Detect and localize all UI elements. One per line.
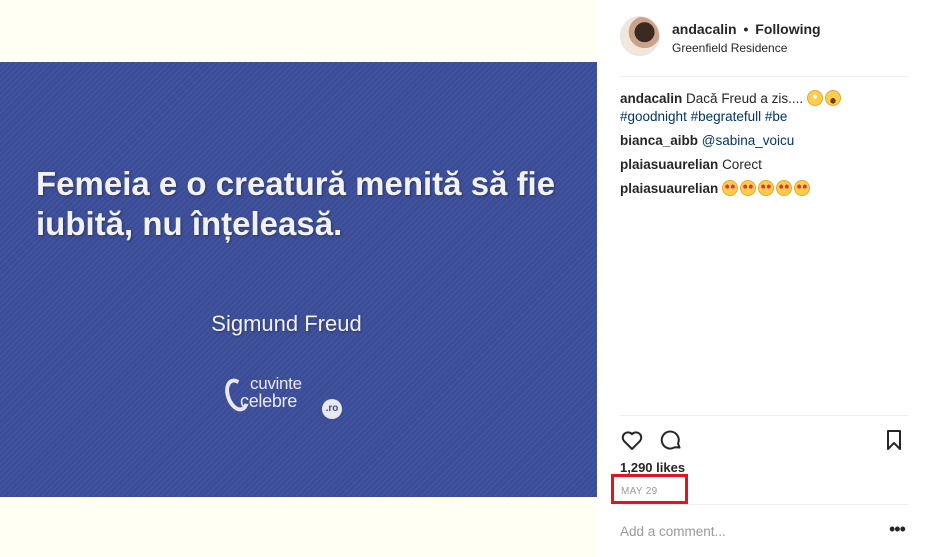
heart-icon[interactable] [620,428,644,452]
comment-divider [620,504,908,505]
laughing-emoji-icon [824,90,841,106]
post-location[interactable]: Greenfield Residence [672,41,787,55]
comment-text: Corect [722,157,762,172]
quote-author: Sigmund Freud [211,311,362,336]
comment-item: plaiasuaurelian [620,180,915,198]
more-options-icon[interactable]: ••• [889,520,906,538]
comment-username[interactable]: plaiasuaurelian [620,157,718,172]
likes-count[interactable]: 1,290 likes [620,460,685,475]
header-separator: • [743,21,749,37]
heart-eyes-emoji-icon [794,180,811,196]
header-divider [620,76,908,77]
post-date: MAY 29 [611,474,688,504]
avatar[interactable] [620,16,660,56]
heart-eyes-emoji-icon [758,180,775,196]
post-media-area: Femeia e o creatură menită să fie iubită… [0,0,597,557]
author-username[interactable]: andacalin [672,21,737,37]
comment-item: bianca_aibb @sabina_voicu [620,132,915,150]
heart-eyes-emoji-icon [722,180,739,196]
comment-mention[interactable]: @sabina_voicu [702,133,795,148]
comment-text: Dacă Freud a zis.... [686,91,804,106]
comments-list: andacalin Dacă Freud a zis.... #goodnigh… [620,90,915,204]
author-line: andacalin • Following [672,21,821,37]
post-header: andacalin • Following Greenfield Residen… [620,16,910,62]
bookmark-icon[interactable] [882,428,906,452]
follow-status-button[interactable]: Following [755,21,820,37]
actions-divider [620,415,908,416]
rolling-eyes-emoji-icon [806,90,823,106]
cuvinte-celebre-logo: cuvinte celebre .ro [220,374,356,424]
quote-text: Femeia e o creatură menită să fie iubită… [36,165,556,242]
heart-eyes-emoji-icon [740,180,757,196]
logo-tld: .ro [322,399,342,419]
post-actions [620,428,908,452]
heart-eyes-emoji-icon [776,180,793,196]
comment-icon[interactable] [659,428,683,452]
comment-hashtags[interactable]: #goodnight #begratefull #be [620,109,787,124]
logo-word-2: celebre [240,391,297,411]
comment-item: andacalin Dacă Freud a zis.... #goodnigh… [620,90,915,126]
comment-username[interactable]: bianca_aibb [620,133,698,148]
post-image[interactable]: Femeia e o creatură menită să fie iubită… [0,62,597,497]
comment-username[interactable]: andacalin [620,91,682,106]
comment-item: plaiasuaurelian Corect [620,156,915,174]
add-comment-input[interactable]: Add a comment... [620,524,726,539]
comment-username[interactable]: plaiasuaurelian [620,181,718,196]
